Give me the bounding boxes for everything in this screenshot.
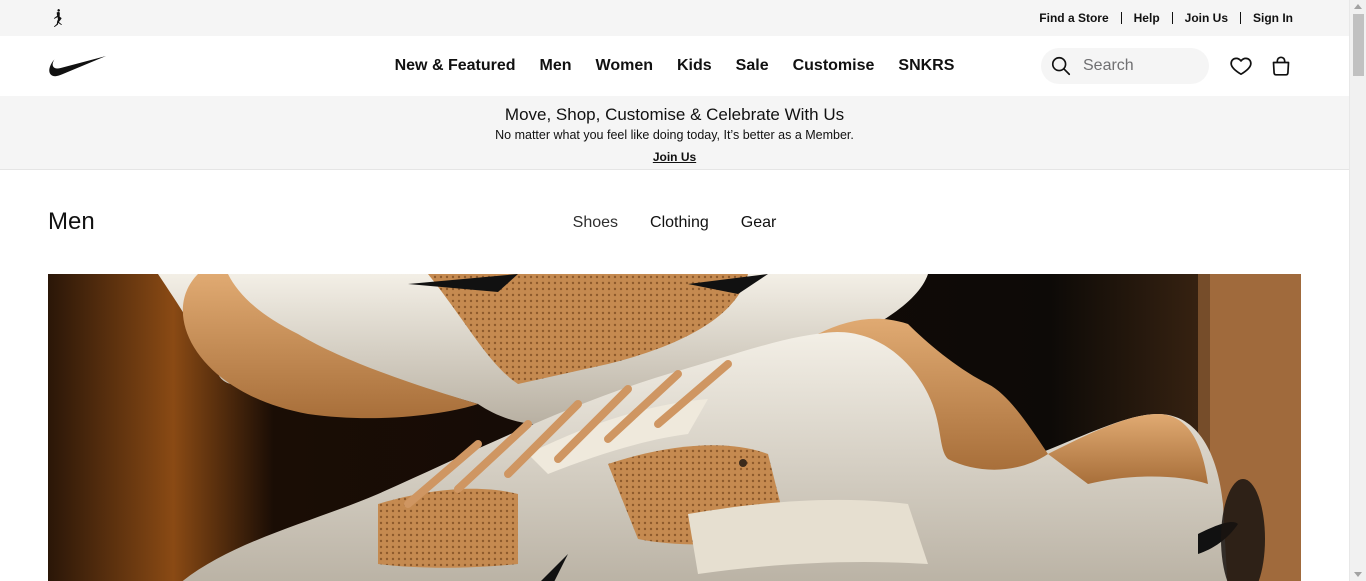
- tab-gear[interactable]: Gear: [725, 214, 793, 232]
- nav-snkrs[interactable]: SNKRS: [886, 57, 966, 75]
- scroll-down-arrow-icon[interactable]: [1354, 572, 1362, 577]
- nav-actions: [1041, 46, 1301, 86]
- heart-icon[interactable]: [1221, 46, 1261, 86]
- member-promo-banner: Move, Shop, Customise & Celebrate With U…: [0, 96, 1349, 170]
- nav-customise[interactable]: Customise: [781, 57, 887, 75]
- tab-shoes[interactable]: Shoes: [557, 214, 634, 232]
- promo-title: Move, Shop, Customise & Celebrate With U…: [504, 105, 845, 124]
- hero-image[interactable]: [48, 274, 1301, 581]
- help-link[interactable]: Help: [1122, 11, 1172, 25]
- nike-swoosh-logo[interactable]: [48, 55, 106, 77]
- tab-clothing[interactable]: Clothing: [634, 214, 725, 232]
- sign-in-link[interactable]: Sign In: [1241, 11, 1301, 25]
- promo-subtitle: No matter what you feel like doing today…: [495, 128, 854, 142]
- nav-sale[interactable]: Sale: [724, 57, 781, 75]
- page-scrollbar[interactable]: [1349, 0, 1366, 581]
- nav-men[interactable]: Men: [528, 57, 584, 75]
- nav-new-featured[interactable]: New & Featured: [383, 57, 528, 75]
- search-icon[interactable]: [1049, 54, 1073, 78]
- section-header: Men Shoes Clothing Gear: [0, 170, 1349, 274]
- main-nav: New & Featured Men Women Kids Sale Custo…: [0, 36, 1349, 96]
- hero-sneaker-illustration: [48, 274, 1301, 581]
- utility-links: Find a Store Help Join Us Sign In: [1027, 11, 1301, 25]
- search-input[interactable]: [1083, 57, 1193, 75]
- page: Find a Store Help Join Us Sign In New & …: [0, 0, 1349, 581]
- nav-kids[interactable]: Kids: [665, 57, 724, 75]
- find-a-store-link[interactable]: Find a Store: [1027, 11, 1120, 25]
- category-tabs: Shoes Clothing Gear: [0, 214, 1349, 232]
- bag-icon[interactable]: [1261, 46, 1301, 86]
- nav-women[interactable]: Women: [584, 57, 665, 75]
- join-us-link[interactable]: Join Us: [1173, 11, 1240, 25]
- jordan-jumpman-icon[interactable]: [48, 6, 72, 30]
- promo-join-us-link[interactable]: Join Us: [653, 150, 696, 164]
- scroll-up-arrow-icon[interactable]: [1354, 4, 1362, 9]
- search-box: [1041, 48, 1209, 84]
- utility-bar: Find a Store Help Join Us Sign In: [0, 0, 1349, 36]
- scrollbar-thumb[interactable]: [1353, 14, 1364, 76]
